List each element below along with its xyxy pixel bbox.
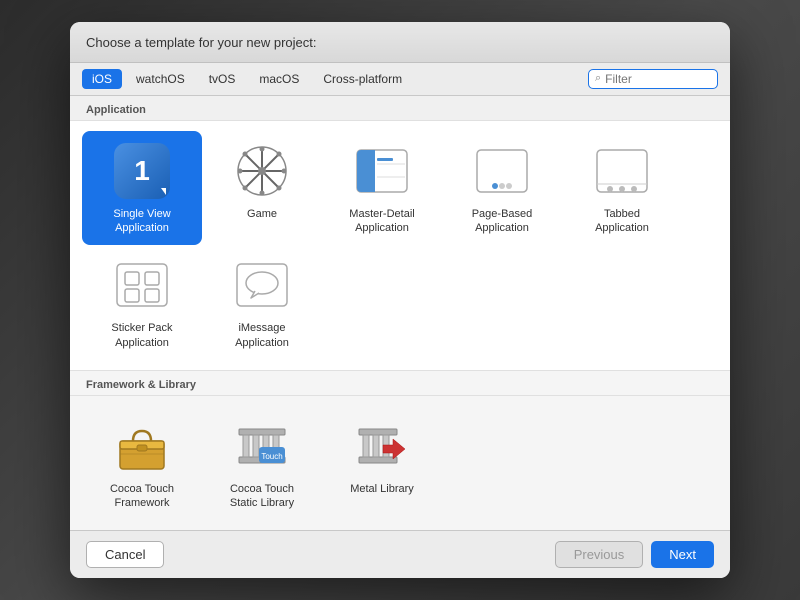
sticker-pack-icon	[112, 255, 172, 315]
imessage-label: iMessageApplication	[235, 321, 289, 350]
tabbed-icon	[592, 141, 652, 201]
template-cocoa-touch-framework[interactable]: Cocoa TouchFramework	[82, 406, 202, 521]
master-detail-icon	[352, 141, 412, 201]
cocoa-touch-framework-icon	[112, 416, 172, 476]
template-tabbed[interactable]: TabbedApplication	[562, 131, 682, 246]
tab-ios[interactable]: iOS	[82, 69, 122, 89]
search-icon: ⌕	[595, 72, 601, 85]
framework-section-label: Framework & Library	[70, 371, 730, 396]
previous-button[interactable]: Previous	[555, 541, 644, 568]
cocoa-touch-static-icon: Touch	[232, 416, 292, 476]
metal-library-icon	[352, 416, 412, 476]
template-single-view[interactable]: 1 Single ViewApplication	[82, 131, 202, 246]
template-sticker-pack[interactable]: Sticker PackApplication	[82, 245, 202, 360]
next-button[interactable]: Next	[651, 541, 714, 568]
application-section-label: Application	[70, 96, 730, 121]
tab-crossplatform[interactable]: Cross-platform	[313, 69, 412, 89]
metal-library-label: Metal Library	[350, 482, 414, 496]
template-chooser-dialog: Choose a template for your new project: …	[70, 22, 730, 579]
template-imessage[interactable]: iMessageApplication	[202, 245, 322, 360]
framework-template-grid: Cocoa TouchFramework Touch	[70, 396, 730, 531]
dialog-title-bar: Choose a template for your new project:	[70, 22, 730, 63]
template-cocoa-touch-static[interactable]: Touch Cocoa TouchStatic Library	[202, 406, 322, 521]
footer-nav-buttons: Previous Next	[555, 541, 714, 568]
page-based-icon	[472, 141, 532, 201]
cancel-button[interactable]: Cancel	[86, 541, 164, 568]
template-page-based[interactable]: Page-BasedApplication	[442, 131, 562, 246]
application-template-grid: 1 Single ViewApplication	[70, 121, 730, 370]
sticker-pack-label: Sticker PackApplication	[111, 321, 172, 350]
dialog-title: Choose a template for your new project:	[86, 35, 317, 50]
template-master-detail[interactable]: Master-DetailApplication	[322, 131, 442, 246]
imessage-icon	[232, 255, 292, 315]
tab-tvos[interactable]: tvOS	[199, 69, 246, 89]
tab-watchos[interactable]: watchOS	[126, 69, 195, 89]
platform-tabs: iOS watchOS tvOS macOS Cross-platform	[82, 69, 588, 89]
filter-box: ⌕	[588, 69, 718, 89]
single-view-label: Single ViewApplication	[113, 207, 170, 236]
master-detail-label: Master-DetailApplication	[349, 207, 414, 236]
game-label: Game	[247, 207, 277, 221]
tabbed-label: TabbedApplication	[595, 207, 649, 236]
template-metal-library[interactable]: Metal Library	[322, 406, 442, 521]
single-view-icon: 1	[112, 141, 172, 201]
cocoa-touch-static-label: Cocoa TouchStatic Library	[230, 482, 294, 511]
tab-macos[interactable]: macOS	[249, 69, 309, 89]
filter-input[interactable]	[605, 72, 711, 86]
game-icon	[232, 141, 292, 201]
page-based-label: Page-BasedApplication	[472, 207, 533, 236]
cocoa-touch-framework-label: Cocoa TouchFramework	[110, 482, 174, 511]
template-game[interactable]: Game	[202, 131, 322, 246]
dialog-footer: Cancel Previous Next	[70, 530, 730, 578]
svg-text:Touch: Touch	[261, 452, 282, 461]
platform-tab-bar: iOS watchOS tvOS macOS Cross-platform ⌕	[70, 63, 730, 96]
